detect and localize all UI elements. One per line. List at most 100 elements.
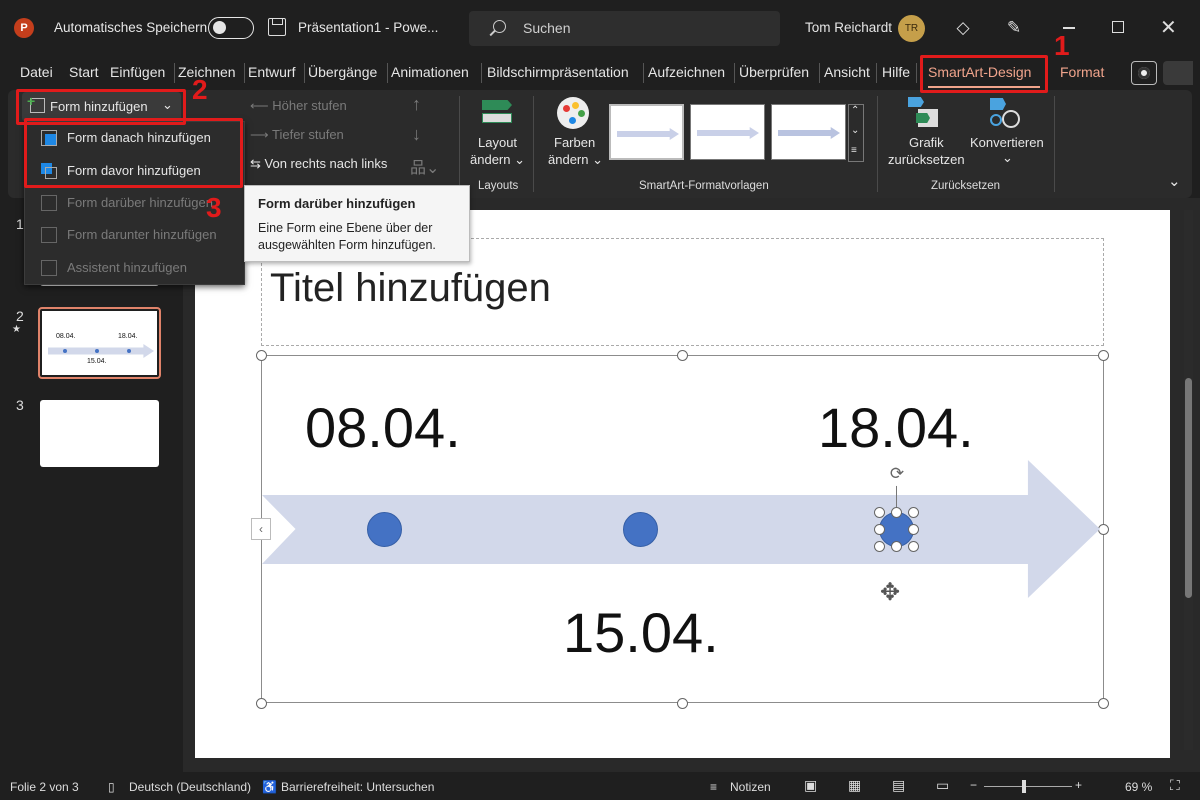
- resize-handle[interactable]: [891, 507, 902, 518]
- right-to-left-button[interactable]: ⇆ Von rechts nach links: [250, 156, 387, 172]
- timeline-date-3[interactable]: 15.04.: [563, 600, 719, 665]
- tab-animationen[interactable]: Animationen: [387, 62, 473, 82]
- org-chart-layout-icon[interactable]: 品⌄: [410, 154, 439, 178]
- record-button[interactable]: [1131, 61, 1157, 85]
- timeline-date-1[interactable]: 08.04.: [305, 395, 461, 460]
- diamond-icon[interactable]: ◇: [953, 18, 973, 38]
- collapse-ribbon-icon[interactable]: ⌄: [1168, 172, 1181, 190]
- tab-ueberpruefen[interactable]: Überprüfen: [735, 62, 813, 82]
- zoom-slider-thumb[interactable]: [1022, 780, 1026, 793]
- resize-handle[interactable]: [677, 698, 688, 709]
- resize-handle[interactable]: [908, 507, 919, 518]
- resize-handle[interactable]: [1098, 698, 1109, 709]
- slide-thumbnail-3[interactable]: [40, 400, 159, 467]
- resize-handle[interactable]: [1098, 350, 1109, 361]
- rotate-handle-icon[interactable]: ⟳: [885, 462, 909, 486]
- zoom-slider[interactable]: [984, 786, 1072, 787]
- accessibility-status[interactable]: Barrierefreiheit: Untersuchen: [281, 780, 434, 794]
- resize-handle[interactable]: [677, 350, 688, 361]
- timeline-dot-2[interactable]: [623, 512, 658, 547]
- text-pane-toggle[interactable]: ‹: [251, 518, 271, 540]
- style-thumbnail-2[interactable]: [690, 104, 765, 160]
- demote-button[interactable]: ⟶ Tiefer stufen: [250, 127, 344, 143]
- share-button[interactable]: [1163, 61, 1193, 85]
- menu-item-add-assistant[interactable]: Assistent hinzufügen: [35, 253, 240, 283]
- layouts-group-label: Layouts: [478, 180, 519, 192]
- resize-handle[interactable]: [874, 524, 885, 535]
- resize-handle[interactable]: [908, 524, 919, 535]
- style-thumbnail-3[interactable]: [771, 104, 846, 160]
- tab-start[interactable]: Start: [65, 62, 103, 82]
- style-thumbnail-1[interactable]: [609, 104, 684, 160]
- maximize-icon[interactable]: [1112, 21, 1124, 33]
- change-colors-button[interactable]: Farben: [554, 135, 595, 150]
- annotation-box-1: [920, 55, 1048, 93]
- change-layout-button[interactable]: Layout: [478, 135, 517, 150]
- tab-einfuegen[interactable]: Einfügen: [106, 62, 169, 82]
- resize-handle[interactable]: [891, 541, 902, 552]
- language-status[interactable]: Deutsch (Deutschland): [129, 780, 251, 794]
- reset-graphic-label: zurücksetzen: [888, 152, 965, 167]
- title-placeholder-text[interactable]: Titel hinzufügen: [270, 266, 551, 311]
- resize-handle[interactable]: [874, 507, 885, 518]
- convert-icon: [988, 96, 1022, 130]
- resize-handle[interactable]: [874, 541, 885, 552]
- promote-button[interactable]: ⟵ Höher stufen: [250, 98, 347, 114]
- pen-icon[interactable]: ✎: [1004, 18, 1024, 38]
- styles-gallery-scroll[interactable]: ⌃ ⌄ ≡: [848, 104, 864, 162]
- layout-icon: [480, 98, 514, 128]
- autosave-label: Automatisches Speichern: [54, 20, 208, 35]
- scrollbar-thumb[interactable]: [1185, 378, 1192, 598]
- chevron-down-icon[interactable]: ⌄: [851, 125, 859, 136]
- document-title[interactable]: Präsentation1 - Powe...: [298, 20, 438, 35]
- slide-thumbnail-2[interactable]: 08.04. 18.04. 15.04.: [38, 307, 161, 379]
- avatar[interactable]: TR: [898, 15, 925, 42]
- tab-divider: [304, 63, 305, 83]
- slide-number: 3: [16, 397, 24, 413]
- chevron-up-icon[interactable]: ⌃: [851, 105, 859, 116]
- annotation-number-2: 2: [192, 74, 208, 105]
- tab-ansicht[interactable]: Ansicht: [820, 62, 874, 82]
- notes-button[interactable]: Notizen: [730, 780, 771, 794]
- tab-divider: [244, 63, 245, 83]
- timeline-date-2[interactable]: 18.04.: [818, 395, 974, 460]
- zoom-level[interactable]: 69 %: [1125, 780, 1152, 794]
- autosave-toggle[interactable]: [208, 17, 254, 39]
- tab-aufzeichnen[interactable]: Aufzeichnen: [644, 62, 729, 82]
- more-icon[interactable]: ≡: [851, 145, 857, 156]
- slide-sorter-icon[interactable]: ▦: [848, 777, 861, 794]
- minimize-icon[interactable]: [1063, 27, 1075, 29]
- thumb-date: 15.04.: [87, 358, 107, 365]
- resize-handle[interactable]: [256, 350, 267, 361]
- move-down-icon[interactable]: ↓: [412, 124, 421, 145]
- accessibility-icon: ♿: [262, 780, 277, 794]
- zoom-in-icon[interactable]: +: [1075, 778, 1082, 792]
- tab-bildschirmpraesentation[interactable]: Bildschirmpräsentation: [483, 62, 633, 82]
- save-icon[interactable]: [268, 18, 286, 36]
- slideshow-icon[interactable]: ▭: [936, 777, 949, 794]
- fit-to-window-icon[interactable]: ⛶: [1170, 777, 1180, 794]
- move-icon[interactable]: ✥: [880, 578, 900, 607]
- convert-button[interactable]: Konvertieren: [970, 135, 1044, 150]
- resize-handle[interactable]: [256, 698, 267, 709]
- tab-hilfe[interactable]: Hilfe: [878, 62, 914, 82]
- resize-handle[interactable]: [908, 541, 919, 552]
- search-box[interactable]: Suchen: [469, 11, 780, 46]
- user-name[interactable]: Tom Reichardt: [805, 20, 892, 35]
- tab-entwurf[interactable]: Entwurf: [244, 62, 299, 82]
- zoom-out-icon[interactable]: −: [970, 778, 977, 792]
- reset-group-label: Zurücksetzen: [931, 180, 1001, 192]
- tab-format[interactable]: Format: [1056, 62, 1108, 82]
- normal-view-icon[interactable]: ▣: [804, 777, 817, 794]
- reset-graphic-button[interactable]: Grafik: [909, 135, 944, 150]
- menu-item-add-shape-below[interactable]: Form darunter hinzufügen: [35, 220, 240, 250]
- timeline-dot-1[interactable]: [367, 512, 402, 547]
- language-icon: ▯: [108, 780, 115, 794]
- tab-uebergaenge[interactable]: Übergänge: [304, 62, 381, 82]
- reading-view-icon[interactable]: ▤: [892, 777, 905, 794]
- tab-datei[interactable]: Datei: [16, 62, 57, 82]
- animation-star-icon: ★: [12, 324, 21, 335]
- resize-handle[interactable]: [1098, 524, 1109, 535]
- close-icon[interactable]: ✕: [1160, 15, 1177, 40]
- move-up-icon[interactable]: ↑: [412, 94, 421, 115]
